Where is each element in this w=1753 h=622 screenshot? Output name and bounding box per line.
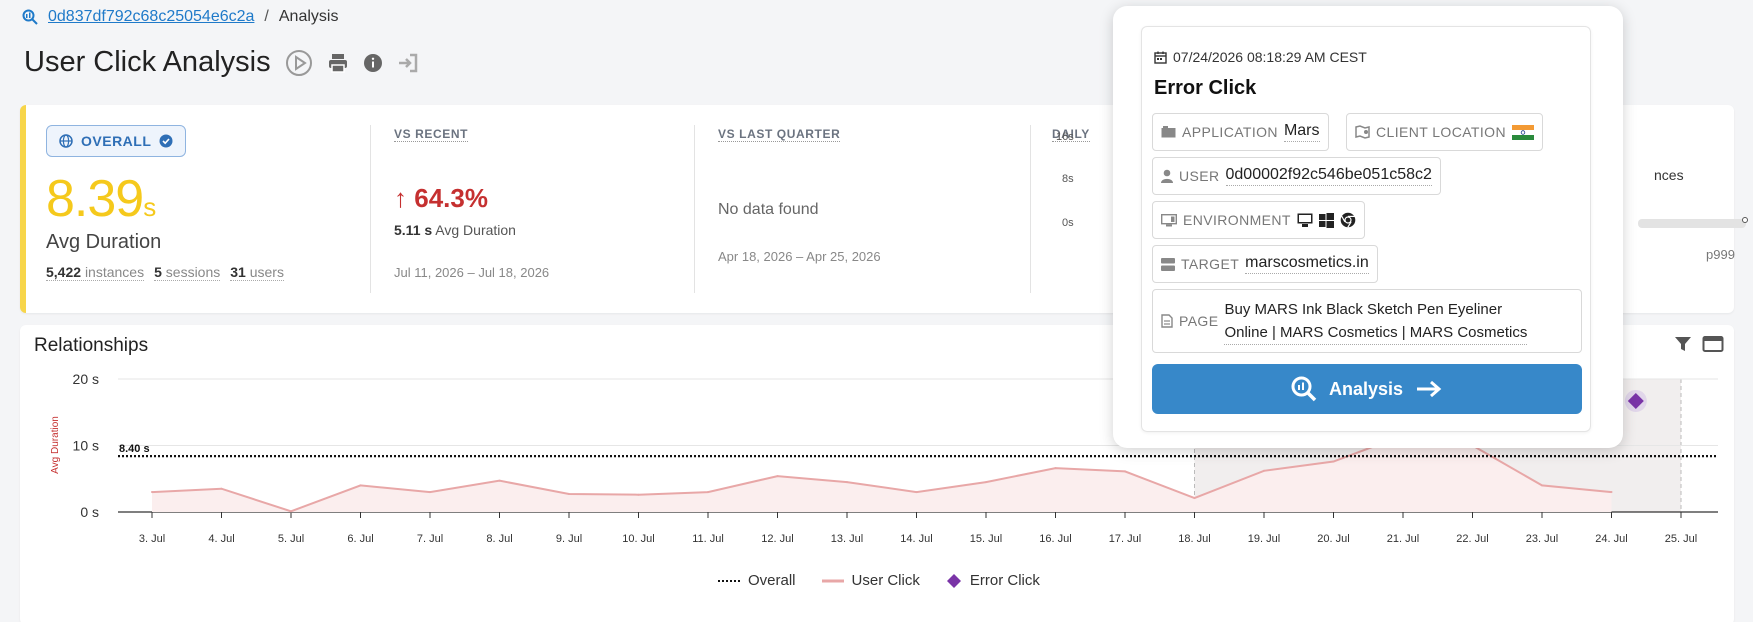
print-icon bbox=[328, 53, 347, 73]
window-icon bbox=[1702, 336, 1724, 352]
info-icon bbox=[363, 53, 382, 72]
breadcrumb: 0d837df792c68c25054e6c2a / Analysis bbox=[22, 8, 338, 26]
window-button[interactable] bbox=[1702, 335, 1724, 358]
event-title: Error Click bbox=[1154, 77, 1257, 99]
legend-user-click[interactable]: User Click bbox=[821, 572, 920, 589]
page-chip: PAGE Buy MARS Ink Black Sketch Pen Eyeli… bbox=[1152, 289, 1582, 353]
arrow-right-icon bbox=[1417, 380, 1442, 398]
instances-count[interactable]: 5,422 instances bbox=[46, 264, 145, 281]
daily-percentile-bar bbox=[1638, 219, 1746, 228]
analysis-button[interactable]: Analysis bbox=[1152, 364, 1582, 414]
target-icon bbox=[1161, 257, 1175, 271]
environment-icon bbox=[1161, 213, 1177, 226]
vs-quarter-heading: VS LAST QUARTER bbox=[718, 127, 841, 142]
target-chip: TARGET marscosmetics.in bbox=[1152, 245, 1378, 283]
application-value[interactable]: Mars bbox=[1283, 122, 1320, 142]
application-icon bbox=[1161, 126, 1176, 138]
chart-legend: Overall User Click Error Click bbox=[718, 572, 1040, 589]
info-button[interactable] bbox=[363, 53, 383, 73]
overall-value: 8.39s bbox=[46, 170, 156, 228]
page-title: User Click Analysis bbox=[24, 46, 271, 78]
desktop-icon[interactable] bbox=[1297, 213, 1313, 228]
legend-error-click[interactable]: Error Click bbox=[946, 572, 1040, 589]
sessions-count[interactable]: 5 sessions bbox=[154, 264, 221, 281]
vs-recent-avg: 5.11 s Avg Duration bbox=[394, 222, 516, 238]
overall-label: Avg Duration bbox=[46, 231, 162, 253]
daily-instances-text: nces bbox=[1654, 167, 1684, 183]
vs-recent-range: Jul 11, 2026 – Jul 18, 2026 bbox=[394, 265, 550, 280]
vs-recent-column: VS RECENT ↑ 64.3% 5.11 s Avg Duration Ju… bbox=[394, 125, 694, 293]
globe-icon bbox=[59, 134, 73, 148]
play-icon bbox=[285, 49, 312, 76]
overall-badge-label: OVERALL bbox=[81, 133, 152, 149]
overall-column: OVERALL 8.39s Avg Duration 5,422 instanc… bbox=[46, 125, 346, 293]
daily-tick-0: 0s bbox=[1062, 217, 1074, 229]
filter-button[interactable] bbox=[1674, 335, 1692, 358]
relationships-title: Relationships bbox=[34, 335, 149, 356]
legend-overall[interactable]: Overall bbox=[718, 572, 796, 589]
sign-in-button[interactable] bbox=[397, 52, 419, 74]
breadcrumb-id-link[interactable]: 0d837df792c68c25054e6c2a bbox=[48, 8, 254, 26]
user-chip: USER 0d00002f92c546be051c58c2 bbox=[1152, 157, 1441, 195]
daily-p999-marker bbox=[1742, 217, 1748, 223]
calendar-icon bbox=[1154, 51, 1167, 64]
vs-quarter-column: VS LAST QUARTER No data found Apr 18, 20… bbox=[718, 125, 1018, 293]
daily-p999-label: p999 bbox=[1706, 247, 1735, 262]
overall-badge[interactable]: OVERALL bbox=[46, 125, 187, 157]
vs-quarter-nodata: No data found bbox=[718, 201, 819, 218]
windows-icon[interactable] bbox=[1318, 212, 1334, 228]
map-icon bbox=[1355, 125, 1370, 139]
daily-tick-16: 16s bbox=[1056, 131, 1074, 143]
target-value[interactable]: marscosmetics.in bbox=[1245, 254, 1369, 274]
page-icon bbox=[1161, 314, 1173, 328]
search-analysis-icon bbox=[1291, 376, 1317, 402]
vs-recent-percent: ↑ 64.3% bbox=[394, 183, 488, 213]
environment-chip: ENVIRONMENT bbox=[1152, 201, 1365, 239]
event-card: 07/24/2026 08:18:29 AM CEST Error Click … bbox=[1141, 26, 1591, 432]
diamond-icon bbox=[946, 573, 961, 588]
event-popup: 07/24/2026 08:18:29 AM CEST Error Click … bbox=[1113, 6, 1623, 448]
sign-in-icon bbox=[398, 53, 417, 72]
india-flag-icon[interactable] bbox=[1511, 124, 1534, 140]
filter-icon bbox=[1675, 337, 1691, 351]
breadcrumb-current: Analysis bbox=[278, 8, 339, 25]
client-location-chip: CLIENT LOCATION bbox=[1346, 113, 1543, 151]
search-analysis-icon bbox=[22, 9, 38, 25]
page-value[interactable]: Buy MARS Ink Black Sketch Pen Eyeliner On… bbox=[1224, 298, 1528, 345]
vs-recent-heading: VS RECENT bbox=[394, 127, 469, 142]
event-datetime: 07/24/2026 08:18:29 AM CEST bbox=[1154, 49, 1367, 65]
chrome-icon[interactable] bbox=[1340, 212, 1356, 228]
application-chip: APPLICATION Mars bbox=[1152, 113, 1329, 151]
user-value[interactable]: 0d00002f92c546be051c58c2 bbox=[1225, 166, 1432, 186]
print-button[interactable] bbox=[327, 52, 349, 74]
daily-tick-8: 8s bbox=[1062, 173, 1074, 185]
breadcrumb-separator: / bbox=[264, 8, 269, 25]
check-circle-icon bbox=[159, 134, 173, 148]
vs-quarter-range: Apr 18, 2026 – Apr 25, 2026 bbox=[718, 249, 881, 264]
users-count[interactable]: 31 users bbox=[230, 264, 284, 281]
user-icon bbox=[1161, 169, 1173, 183]
overall-counts: 5,422 instances 5 sessions 31 users bbox=[46, 264, 346, 281]
play-button[interactable] bbox=[285, 49, 313, 77]
